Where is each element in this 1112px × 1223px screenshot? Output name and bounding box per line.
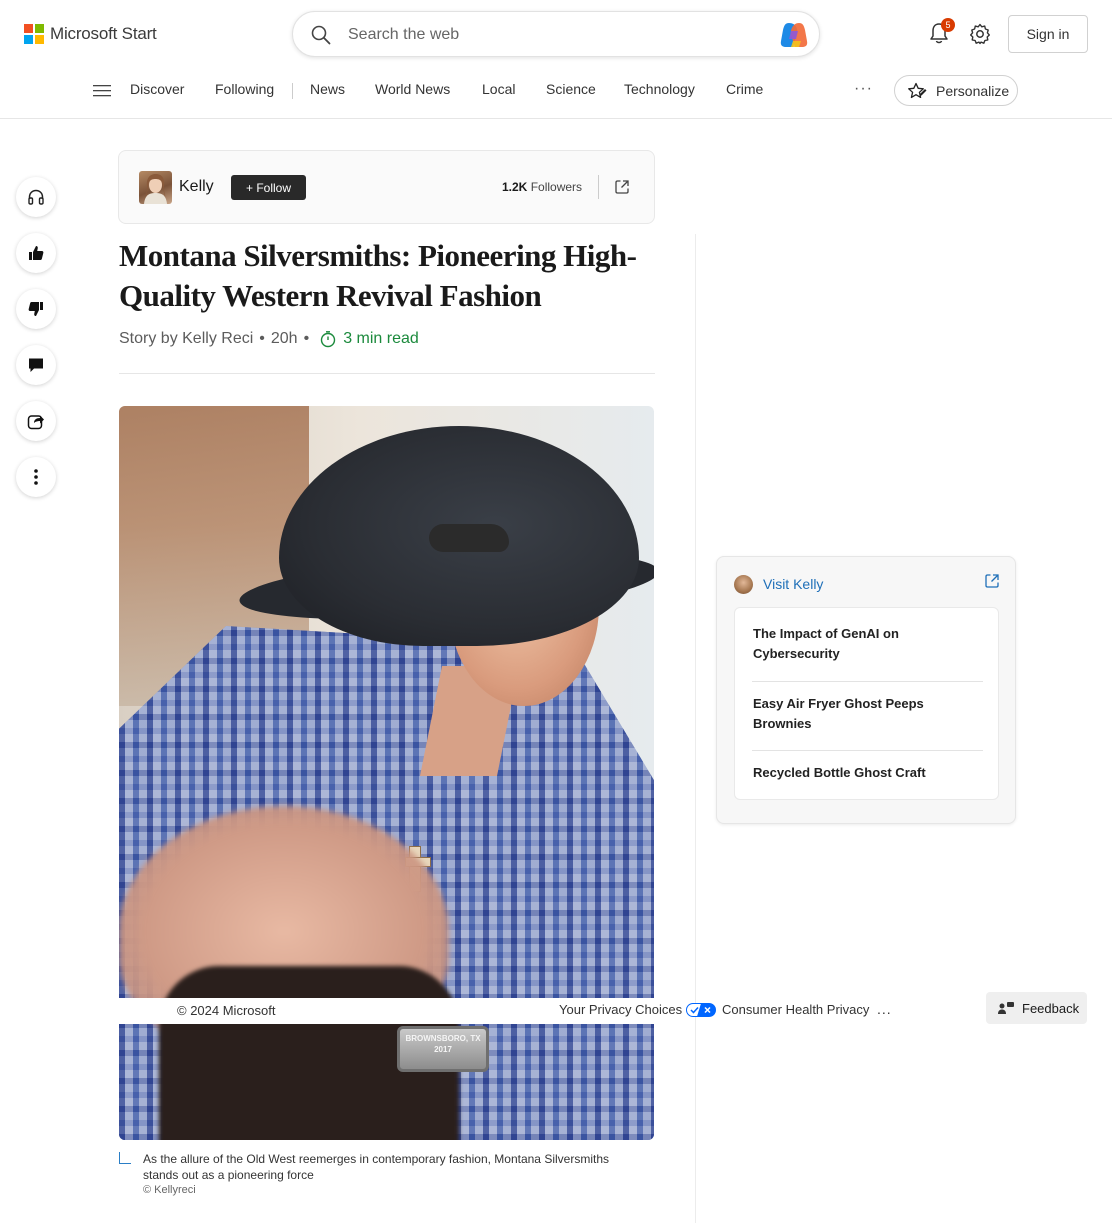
plus-icon: + bbox=[245, 180, 257, 195]
related-story-item[interactable]: Recycled Bottle Ghost Craft bbox=[753, 763, 983, 783]
nav-item-science[interactable]: Science bbox=[546, 81, 596, 97]
card-divider bbox=[598, 175, 599, 199]
hamburger-menu-icon[interactable] bbox=[93, 84, 111, 98]
like-button[interactable] bbox=[16, 233, 56, 273]
nav-more-button[interactable]: ··· bbox=[854, 80, 873, 98]
list-divider bbox=[752, 681, 983, 682]
microsoft-start-logo[interactable]: Microsoft Start bbox=[24, 24, 157, 44]
image-credit: © Kellyreci bbox=[143, 1184, 196, 1196]
nav-item-news[interactable]: News bbox=[310, 81, 345, 97]
nav-item-world-news[interactable]: World News bbox=[375, 81, 450, 97]
more-vertical-icon bbox=[34, 469, 38, 485]
external-link-icon[interactable] bbox=[984, 573, 1000, 589]
personalize-star-icon bbox=[908, 82, 927, 98]
followers-number: 1.2K bbox=[502, 180, 528, 194]
category-nav: Discover Following News World News Local… bbox=[0, 68, 1112, 119]
byline-divider bbox=[119, 373, 655, 374]
share-icon bbox=[27, 415, 44, 430]
dislike-button[interactable] bbox=[16, 289, 56, 329]
related-story-item[interactable]: The Impact of GenAI on Cybersecurity bbox=[753, 624, 983, 664]
comments-button[interactable] bbox=[16, 345, 56, 385]
privacy-toggle-icon bbox=[686, 1002, 717, 1017]
privacy-choices-link[interactable]: Your Privacy Choices bbox=[559, 1002, 717, 1017]
byline-dot: • bbox=[259, 330, 265, 347]
search-input[interactable] bbox=[348, 24, 768, 46]
copilot-icon[interactable] bbox=[779, 21, 809, 49]
nav-item-following[interactable]: Following bbox=[215, 81, 274, 97]
feedback-button[interactable]: Feedback bbox=[986, 992, 1087, 1024]
settings-gear-icon[interactable] bbox=[969, 23, 991, 45]
search-icon[interactable] bbox=[311, 25, 331, 45]
share-button[interactable] bbox=[16, 401, 56, 441]
image-caption: As the allure of the Old West reemerges … bbox=[143, 1152, 609, 1182]
visit-author-avatar bbox=[734, 575, 753, 594]
comment-icon bbox=[29, 358, 43, 372]
notification-badge: 5 bbox=[941, 18, 955, 32]
timer-icon bbox=[320, 331, 336, 348]
microsoft-logo-icon bbox=[24, 24, 44, 44]
thumbs-up-icon bbox=[29, 246, 44, 260]
sign-in-button[interactable]: Sign in bbox=[1008, 15, 1088, 53]
visit-author-card: Visit Kelly The Impact of GenAI on Cyber… bbox=[716, 556, 1016, 824]
byline: Story by Kelly Reci • 20h • 3 min read bbox=[119, 330, 419, 348]
nav-divider bbox=[292, 83, 293, 99]
logo-text: Microsoft Start bbox=[50, 24, 157, 43]
related-story-item[interactable]: Easy Air Fryer Ghost Peeps Brownies bbox=[753, 694, 983, 734]
article-headline: Montana Silversmiths: Pioneering High-Qu… bbox=[119, 238, 637, 313]
story-by[interactable]: Story by Kelly Reci bbox=[119, 330, 253, 348]
search-box[interactable] bbox=[292, 11, 820, 57]
follow-label: Follow bbox=[256, 180, 292, 195]
author-card: Kelly + Follow 1.2K Followers bbox=[118, 150, 655, 224]
column-divider bbox=[695, 234, 696, 1223]
article-hero-image[interactable]: BROWNSBORO, TX 2017 bbox=[119, 406, 654, 1140]
top-header: Microsoft Start 5 Sign in bbox=[0, 0, 1112, 68]
external-link-icon[interactable] bbox=[614, 179, 630, 195]
feedback-icon bbox=[998, 1002, 1014, 1014]
byline-dot: • bbox=[303, 330, 310, 347]
author-name[interactable]: Kelly bbox=[179, 178, 214, 196]
consumer-health-privacy-link[interactable]: Consumer Health Privacy bbox=[722, 1002, 869, 1017]
list-divider bbox=[752, 750, 983, 751]
read-time: 3 min read bbox=[343, 330, 419, 347]
followers-count: 1.2K Followers bbox=[502, 180, 582, 194]
caption-marker bbox=[119, 1152, 131, 1164]
headphones-icon bbox=[28, 189, 44, 205]
privacy-choices-label: Your Privacy Choices bbox=[559, 1002, 683, 1017]
followers-label: Followers bbox=[530, 180, 583, 194]
related-stories-list: The Impact of GenAI on Cybersecurity Eas… bbox=[734, 607, 999, 800]
nav-item-technology[interactable]: Technology bbox=[624, 81, 695, 97]
article-age: 20h bbox=[270, 330, 298, 347]
more-options-button[interactable] bbox=[16, 457, 56, 497]
personalize-button[interactable]: Personalize bbox=[894, 75, 1018, 106]
nav-item-discover[interactable]: Discover bbox=[130, 81, 184, 97]
copyright-text: © 2024 Microsoft bbox=[177, 1003, 276, 1018]
feedback-label: Feedback bbox=[1022, 1000, 1080, 1016]
belt-buckle-text: BROWNSBORO, TX 2017 bbox=[405, 1034, 481, 1054]
follow-button[interactable]: + Follow bbox=[231, 175, 306, 200]
visit-author-link[interactable]: Visit Kelly bbox=[763, 576, 823, 592]
personalize-label: Personalize bbox=[936, 82, 1010, 99]
listen-button[interactable] bbox=[16, 177, 56, 217]
nav-item-crime[interactable]: Crime bbox=[726, 81, 763, 97]
footer-more-button[interactable]: ... bbox=[877, 1001, 892, 1017]
thumbs-down-icon bbox=[28, 302, 43, 316]
nav-item-local[interactable]: Local bbox=[482, 81, 515, 97]
author-avatar[interactable] bbox=[139, 171, 172, 204]
